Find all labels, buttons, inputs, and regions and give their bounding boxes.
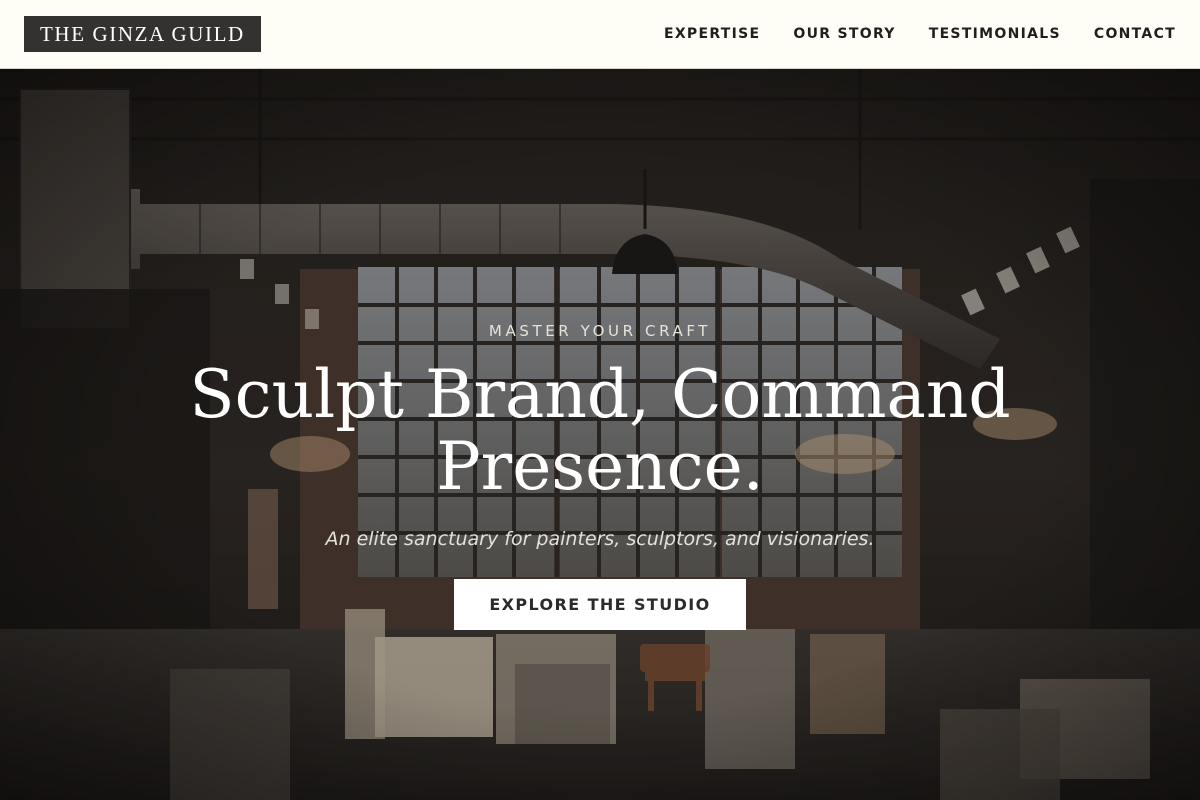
explore-studio-button[interactable]: EXPLORE THE STUDIO	[454, 579, 746, 630]
hero-section: MASTER YOUR CRAFT Sculpt Brand, Command …	[0, 69, 1200, 800]
hero-content: MASTER YOUR CRAFT Sculpt Brand, Command …	[0, 69, 1200, 800]
nav-link-testimonials[interactable]: TESTIMONIALS	[929, 26, 1061, 42]
hero-eyebrow: MASTER YOUR CRAFT	[488, 322, 712, 340]
hero-subline: An elite sanctuary for painters, sculpto…	[325, 528, 875, 550]
hero-headline: Sculpt Brand, Command Presence.	[189, 356, 1011, 505]
site-logo[interactable]: THE GINZA GUILD	[24, 16, 261, 52]
nav-link-our-story[interactable]: OUR STORY	[793, 26, 895, 42]
site-header: THE GINZA GUILD EXPERTISE OUR STORY TEST…	[0, 0, 1200, 69]
nav-link-contact[interactable]: CONTACT	[1094, 26, 1176, 42]
main-nav: EXPERTISE OUR STORY TESTIMONIALS CONTACT	[664, 26, 1176, 42]
nav-link-expertise[interactable]: EXPERTISE	[664, 26, 760, 42]
